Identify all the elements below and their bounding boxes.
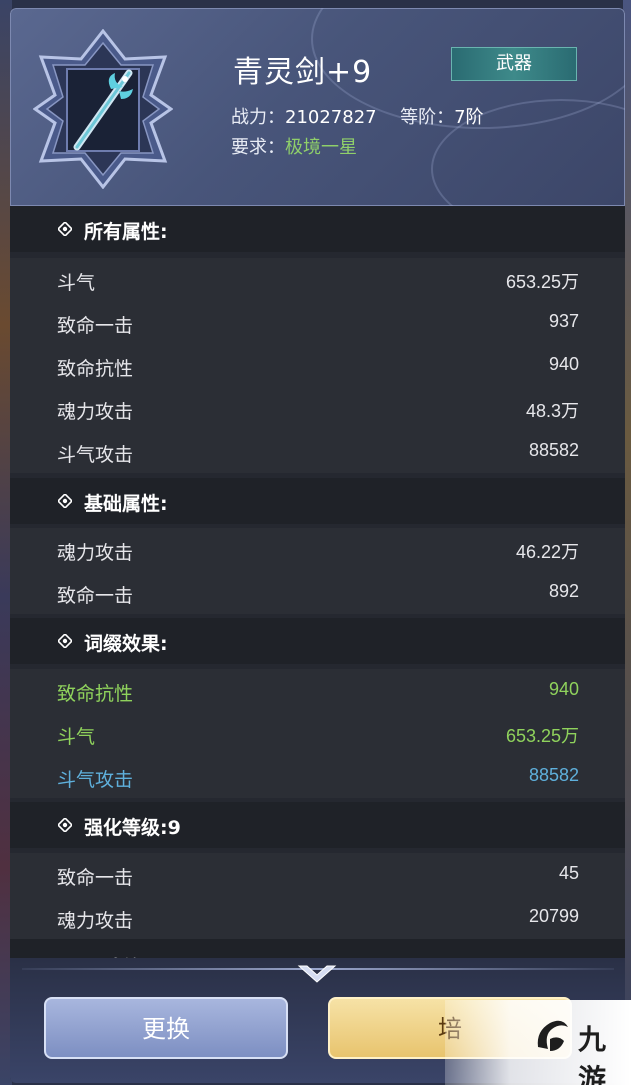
section-base-attributes: 基础属性: xyxy=(10,478,625,524)
section-affix-effects: 词缀效果: xyxy=(10,618,625,664)
attribute-row: 致命一击 892 xyxy=(10,571,625,614)
requirement-value: 极境一星 xyxy=(285,137,357,158)
attribute-name: 致命抗性 xyxy=(57,683,134,705)
attribute-value: 937 xyxy=(548,311,579,331)
rank-value: 7阶 xyxy=(454,107,484,128)
section-title: 所有属性: xyxy=(84,221,168,243)
attribute-value: 20799 xyxy=(528,906,579,926)
attribute-row: 魂力攻击 48.3万 xyxy=(10,387,625,430)
requirement-line: 要求：极境一星 xyxy=(231,133,357,159)
jiuyou-logo-icon xyxy=(537,1020,568,1051)
eye-diamond-icon xyxy=(58,634,72,648)
attribute-name: 魂力攻击 xyxy=(57,910,134,932)
attribute-row: 斗气攻击 88582 xyxy=(10,755,625,798)
attribute-value: 88582 xyxy=(528,440,579,460)
attribute-value: 48.3万 xyxy=(525,401,579,421)
attribute-name: 魂力攻击 xyxy=(57,401,134,423)
item-header: 青灵剑+9 武器 战力：21027827 等阶：7阶 要求：极境一星 xyxy=(10,8,625,239)
attribute-value: 46.22万 xyxy=(515,542,579,562)
eye-diamond-icon xyxy=(58,818,72,832)
attribute-value: 940 xyxy=(548,679,579,699)
power-rank-line: 战力：21027827 等阶：7阶 xyxy=(231,103,484,129)
attribute-name: 斗气攻击 xyxy=(57,444,134,466)
section-title: 词缀效果: xyxy=(84,633,168,655)
section-enhance-level: 强化等级:9 xyxy=(10,802,625,848)
power-label: 战力： xyxy=(231,107,285,128)
attribute-name: 致命一击 xyxy=(57,315,134,337)
attribute-row: 致命抗性 940 xyxy=(10,669,625,712)
section-all-attributes: 所有属性: xyxy=(10,206,625,252)
attribute-name: 致命一击 xyxy=(57,867,134,889)
attribute-list-all: 斗气 653.25万 致命一击 937 致命抗性 940 魂力攻击 48.3万 斗气攻击… xyxy=(10,258,625,473)
item-name: 青灵剑+9 xyxy=(233,55,373,90)
rank-label: 等阶： xyxy=(400,107,455,128)
attribute-name: 致命一击 xyxy=(57,585,134,607)
attribute-row: 魂力攻击 46.22万 xyxy=(10,528,625,571)
sword-icon xyxy=(32,28,174,190)
attribute-value: 892 xyxy=(548,581,579,601)
attribute-row: 致命一击 45 xyxy=(10,853,625,896)
attribute-name: 斗气攻击 xyxy=(57,769,134,791)
attribute-list-base: 魂力攻击 46.22万 致命一击 892 xyxy=(10,528,625,614)
attribute-value: 45 xyxy=(558,863,579,883)
watermark-text: 九游 xyxy=(578,1023,607,1085)
attribute-list-affix: 致命抗性 940 斗气 653.25万 斗气攻击 88582 xyxy=(10,669,625,798)
attribute-row: 致命一击 937 xyxy=(10,301,625,344)
attribute-value: 940 xyxy=(548,354,579,374)
section-title: 强化等级:9 xyxy=(84,817,181,839)
attribute-value: 653.25万 xyxy=(505,272,579,292)
item-icon-frame[interactable] xyxy=(32,28,174,190)
attribute-row: 致命抗性 940 xyxy=(10,344,625,387)
attribute-name: 斗气 xyxy=(57,272,96,294)
power-value: 21027827 xyxy=(285,107,377,128)
scroll-down-chevron-icon[interactable] xyxy=(297,962,337,986)
attribute-row: 斗气 653.25万 xyxy=(10,258,625,301)
attribute-row: 斗气 653.25万 xyxy=(10,712,625,755)
attribute-name: 致命抗性 xyxy=(57,358,134,380)
attribute-row: 魂力攻击 20799 xyxy=(10,896,625,939)
item-type-badge: 武器 xyxy=(451,47,577,81)
eye-diamond-icon xyxy=(58,222,72,236)
attribute-value: 88582 xyxy=(528,765,579,785)
attribute-list-enhance: 致命一击 45 魂力攻击 20799 xyxy=(10,853,625,939)
attribute-value: 653.25万 xyxy=(505,726,579,746)
eye-diamond-icon xyxy=(58,494,72,508)
attribute-name: 斗气 xyxy=(57,726,96,748)
requirement-label: 要求： xyxy=(231,137,285,158)
attribute-row: 斗气攻击 88582 xyxy=(10,430,625,473)
item-detail-panel: 青灵剑+9 武器 战力：21027827 等阶：7阶 要求：极境一星 所有属性:… xyxy=(10,8,625,1083)
replace-button[interactable]: 更换 xyxy=(44,997,288,1059)
section-title: 基础属性: xyxy=(84,493,168,515)
attribute-name: 魂力攻击 xyxy=(57,542,134,564)
